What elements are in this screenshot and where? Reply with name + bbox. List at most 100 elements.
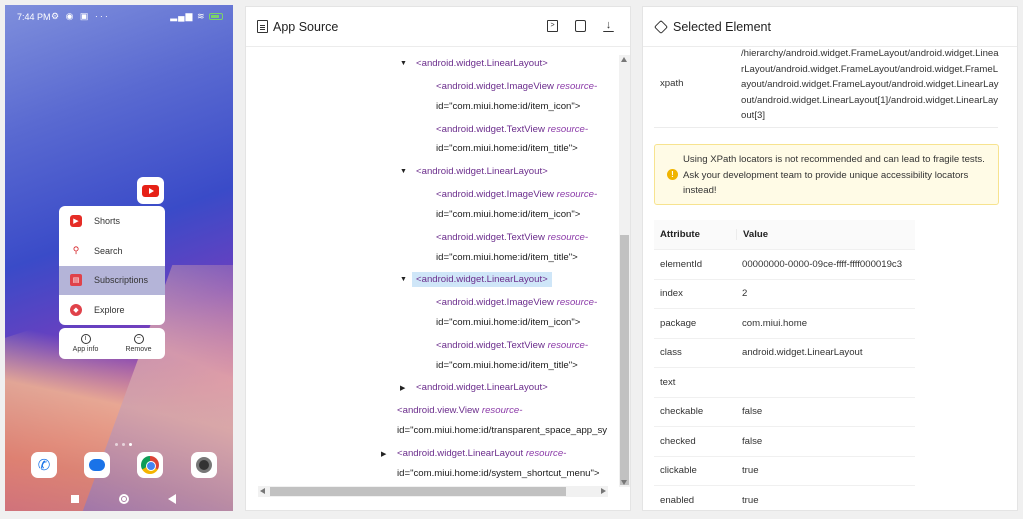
tree-node-continuation: id="com.miui.home:id/item_title"> [436, 143, 578, 154]
caret-right-icon[interactable]: ▶ [381, 450, 386, 458]
shortcut-explore[interactable]: ◆ Explore [59, 295, 165, 325]
battery-icon [209, 13, 223, 21]
shortcut-subscriptions[interactable]: ▤ Subscriptions [59, 265, 165, 296]
tree-node-attr-value: id="com.miui.home:id/item_icon"> [436, 209, 581, 220]
tree-node[interactable]: <android.view.View resource- [397, 405, 522, 416]
attribute-name: index [660, 288, 683, 300]
attribute-row: class android.widget.LinearLayout [654, 337, 915, 368]
warning-text: Using XPath locators is not recommended … [683, 154, 985, 196]
shortcut-label: Subscriptions [94, 275, 149, 286]
shortcut-shorts[interactable]: ▶ Shorts [59, 206, 165, 236]
tree-node[interactable]: <android.widget.TextView resource- [436, 232, 588, 243]
attribute-value[interactable]: com.miui.home [736, 318, 915, 329]
horizontal-scrollbar[interactable] [258, 486, 608, 497]
app-source-panel: App Source > ↓ <android.widget.LinearLay… [245, 6, 631, 511]
tree-node-tag[interactable]: <android.widget.LinearLayout> [416, 58, 548, 69]
attribute-value[interactable]: true [736, 495, 915, 506]
attribute-name: package [660, 317, 697, 329]
tree-node-tag[interactable]: <android.widget.ImageView [436, 189, 554, 200]
youtube-app-icon[interactable] [137, 177, 164, 204]
tree-node-tag[interactable]: <android.widget.TextView [436, 124, 545, 135]
tree-node-tag[interactable]: <android.widget.LinearLayout> [416, 166, 548, 177]
tree-node-attr-value: id="com.miui.home:id/system_shortcut_men… [397, 468, 600, 479]
tree-node[interactable]: <android.widget.LinearLayout> [412, 272, 552, 287]
shortcut-search[interactable]: ⚲ Search [59, 236, 165, 266]
xpath-value[interactable]: /hierarchy/android.widget.FrameLayout/an… [741, 46, 999, 124]
shortcut-label: Shorts [94, 215, 121, 226]
tree-node[interactable]: <android.widget.TextView resource- [436, 340, 588, 351]
recents-icon[interactable] [71, 495, 79, 503]
tree-node[interactable]: <android.widget.ImageView resource- [436, 81, 597, 92]
home-icon[interactable] [119, 494, 129, 504]
warning-icon: ! [667, 169, 678, 180]
search-icon: ⚲ [72, 245, 80, 256]
xpath-row: xpath /hierarchy/android.widget.FrameLay… [654, 44, 999, 128]
back-icon[interactable] [168, 494, 176, 504]
source-toolbar: > ↓ [547, 20, 614, 32]
attribute-value[interactable]: 2 [736, 288, 915, 299]
copy-icon[interactable] [575, 20, 586, 32]
caret-right-icon[interactable]: ▶ [400, 384, 405, 392]
selected-element-panel: Selected Element xpath /hierarchy/androi… [642, 6, 1018, 511]
attribute-value[interactable]: false [736, 436, 915, 447]
navigation-bar [5, 493, 233, 507]
status-bar: 7:44 PM ⚙ ◉ ▣ ··· ▂▄▆ ≋ [5, 5, 233, 27]
youtube-play-icon [142, 184, 159, 197]
caret-down-icon[interactable]: ▼ [400, 276, 407, 283]
remove-button[interactable]: − Remove [112, 328, 165, 359]
tree-node-tag[interactable]: <android.widget.LinearLayout> [412, 272, 552, 287]
tree-node[interactable]: <android.widget.LinearLayout> [416, 382, 548, 393]
chrome-app-icon[interactable] [137, 452, 163, 478]
caret-down-icon[interactable]: ▼ [400, 168, 407, 175]
tree-node-attr: resource- [556, 189, 598, 200]
tree-node-tag[interactable]: <android.widget.TextView [436, 340, 545, 351]
tree-node-attr: resource- [556, 297, 598, 308]
camera-app-icon[interactable] [191, 452, 217, 478]
tree-node[interactable]: <android.widget.TextView resource- [436, 124, 588, 135]
tree-node[interactable]: <android.widget.LinearLayout> [416, 166, 548, 177]
attribute-value[interactable]: true [736, 465, 915, 476]
attribute-value[interactable]: false [736, 406, 915, 417]
tree-node-tag[interactable]: <android.widget.LinearLayout [397, 448, 523, 459]
source-tree[interactable]: <android.widget.LinearLayout> ▼ <android.w… [246, 48, 620, 485]
app-source-title: App Source [273, 19, 339, 34]
vertical-scrollbar[interactable] [619, 55, 630, 487]
tree-node[interactable]: <android.widget.LinearLayout resource- [397, 448, 566, 459]
attribute-name: clickable [660, 465, 697, 477]
tree-node[interactable]: <android.widget.ImageView resource- [436, 297, 597, 308]
tree-node-attr: resource- [547, 124, 589, 135]
app-info-label: App info [72, 346, 99, 353]
app-source-header: App Source > ↓ [246, 7, 630, 47]
tree-node[interactable]: <android.widget.ImageView resource- [436, 189, 597, 200]
tree-node-continuation: id="com.miui.home:id/item_icon"> [436, 209, 580, 220]
signal-wifi-icon: ▂▄▆ ≋ [170, 11, 206, 21]
shorts-icon: ▶ [70, 214, 82, 227]
attribute-name: checked [660, 435, 696, 447]
tag-icon [653, 19, 669, 34]
caret-down-icon[interactable]: ▼ [400, 60, 407, 67]
tree-node-tag[interactable]: <android.widget.ImageView [436, 81, 554, 92]
tree-node[interactable]: <android.widget.LinearLayout> [416, 58, 548, 69]
tree-node-tag[interactable]: <android.view.View [397, 405, 479, 416]
device-screenshot[interactable]: 7:44 PM ⚙ ◉ ▣ ··· ▂▄▆ ≋ ▶ Shorts ⚲ Searc… [5, 5, 233, 511]
attribute-row: index 2 [654, 278, 915, 309]
messages-app-icon[interactable] [84, 452, 110, 478]
tree-node-attr: resource- [547, 340, 589, 351]
tree-node-tag[interactable]: <android.widget.TextView [436, 232, 545, 243]
attribute-name: text [660, 376, 676, 388]
remove-label: Remove [125, 346, 152, 353]
phone-app-icon[interactable]: ✆ [31, 452, 57, 478]
value-column-header: Value [736, 229, 915, 240]
tree-node-attr-value: id="com.miui.home:id/item_icon"> [436, 101, 581, 112]
tree-node-tag[interactable]: <android.widget.LinearLayout> [416, 382, 548, 393]
terminal-icon[interactable]: > [547, 20, 558, 32]
attribute-value[interactable]: 00000000-0000-09ce-ffff-ffff000019c3 [736, 259, 915, 270]
download-icon[interactable]: ↓ [603, 20, 614, 32]
attribute-value[interactable]: android.widget.LinearLayout [736, 347, 915, 358]
attribute-name: enabled [660, 494, 695, 506]
app-info-button[interactable]: i App info [59, 328, 112, 359]
status-time: 7:44 PM [17, 12, 51, 22]
tree-node-tag[interactable]: <android.widget.ImageView [436, 297, 554, 308]
attribute-row: enabled true [654, 485, 915, 515]
subscriptions-icon: ▤ [70, 274, 82, 287]
